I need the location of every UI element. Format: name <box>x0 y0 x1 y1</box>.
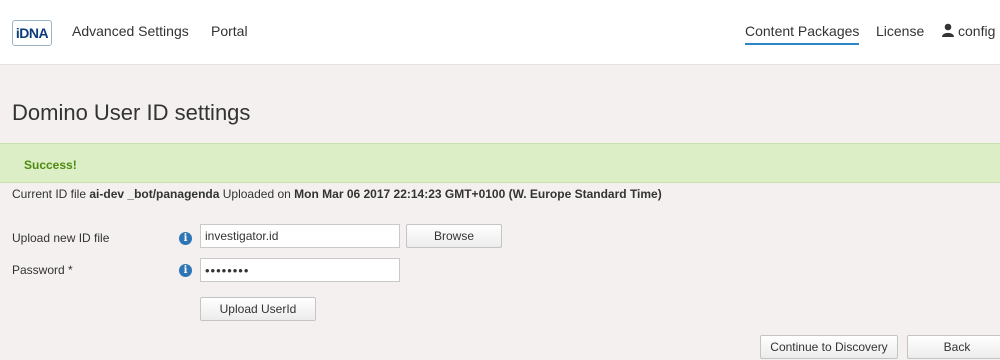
nav-license[interactable]: License <box>876 23 924 39</box>
password-info-icon[interactable]: i <box>179 264 192 277</box>
nav-user-menu[interactable]: config <box>958 23 995 39</box>
back-button[interactable]: Back <box>907 335 1000 359</box>
success-alert: Success! <box>0 143 1000 183</box>
nav-advanced-settings[interactable]: Advanced Settings <box>72 23 189 39</box>
current-id-label: Current ID file <box>12 187 87 201</box>
password-input[interactable] <box>200 258 400 282</box>
browse-button[interactable]: Browse <box>406 224 502 248</box>
user-icon <box>942 23 954 37</box>
current-id-info: Current ID file ai-dev _bot/panagenda Up… <box>12 187 662 201</box>
idna-logo[interactable]: iDNA <box>12 20 52 46</box>
upload-userid-button[interactable]: Upload UserId <box>200 297 316 321</box>
password-label: Password * <box>12 263 73 277</box>
upload-file-input[interactable] <box>200 224 400 248</box>
current-id-file: ai-dev _bot/panagenda <box>89 187 220 201</box>
upload-id-label: Upload new ID file <box>12 231 110 245</box>
success-alert-text: Success! <box>24 158 77 172</box>
upload-info-icon[interactable]: i <box>179 232 192 245</box>
uploaded-date: Mon Mar 06 2017 22:14:23 GMT+0100 (W. Eu… <box>294 187 662 201</box>
page-title: Domino User ID settings <box>12 100 251 125</box>
continue-to-discovery-button[interactable]: Continue to Discovery <box>760 335 898 359</box>
nav-portal[interactable]: Portal <box>211 23 248 39</box>
uploaded-on-label: Uploaded on <box>222 187 291 201</box>
nav-content-packages[interactable]: Content Packages <box>745 23 860 45</box>
top-navbar: iDNA Advanced Settings Portal Content Pa… <box>0 0 1000 65</box>
